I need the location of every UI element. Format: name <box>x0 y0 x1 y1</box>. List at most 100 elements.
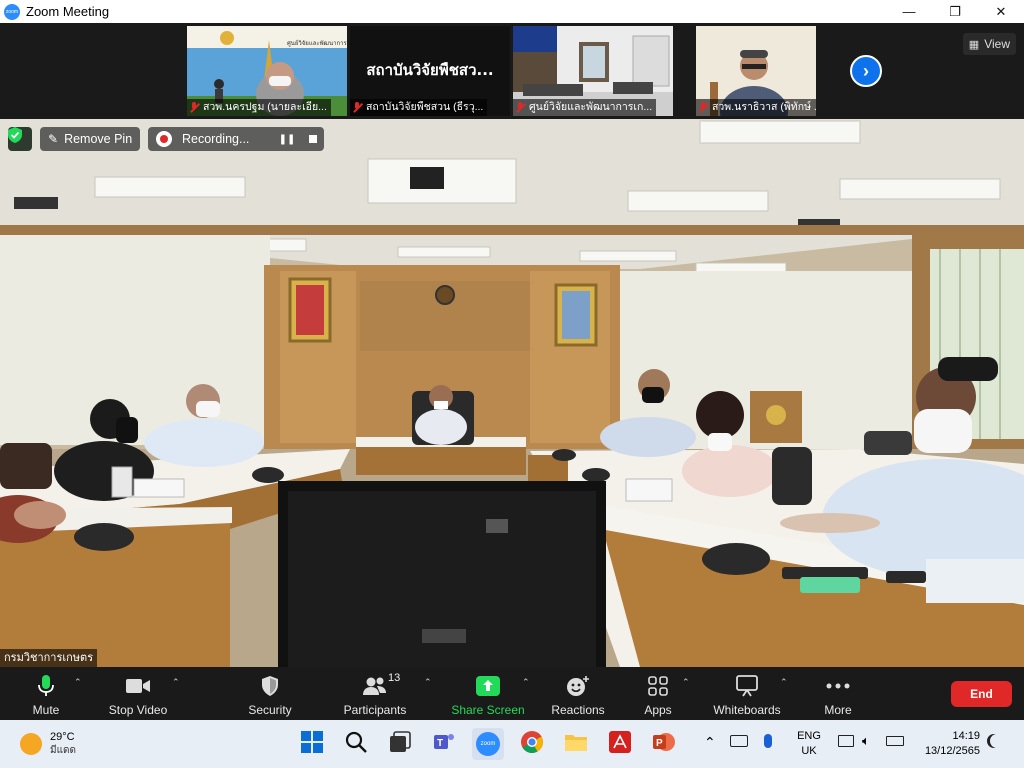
zoom-app[interactable]: zoom <box>472 728 504 760</box>
recording-indicator: Recording... ❚❚ <box>148 127 324 151</box>
recording-label: Recording... <box>182 132 250 146</box>
search-button[interactable] <box>340 728 372 760</box>
stop-video-label: Stop Video <box>108 703 168 717</box>
volume-icon[interactable]: 🔈︎ <box>862 733 870 749</box>
share-arrow-icon <box>476 674 500 698</box>
smiley-icon <box>566 674 590 698</box>
grid-icon: ▦ <box>968 38 980 51</box>
people-icon: 13 <box>362 672 400 698</box>
file-explorer-app[interactable] <box>560 728 592 760</box>
language-code: ENG <box>797 730 821 742</box>
participants-label: Participants <box>343 703 407 717</box>
windows-icon <box>301 730 323 758</box>
apps-label: Apps <box>644 703 672 717</box>
tray-chevron-icon[interactable]: ⌃ <box>704 734 716 751</box>
reactions-button[interactable]: Reactions <box>548 670 608 718</box>
window-title: Zoom Meeting <box>26 4 110 19</box>
more-dots-icon <box>826 674 850 698</box>
close-button[interactable]: ✕ <box>978 0 1024 23</box>
sun-icon <box>20 733 42 755</box>
thumbnail-banner-text: ศูนย์วิจัยและพัฒนาการเกษตรนครปฐม <box>287 39 347 47</box>
mute-label: Mute <box>32 703 60 717</box>
view-button-label: View <box>984 37 1010 51</box>
audio-options-caret[interactable]: ⌃ <box>74 677 84 687</box>
video-options-caret[interactable]: ⌃ <box>172 677 182 687</box>
minimize-button[interactable]: — <box>886 0 932 23</box>
keyboard-layout: UK <box>801 745 817 757</box>
task-view-button[interactable] <box>384 728 416 760</box>
acrobat-app[interactable] <box>604 728 636 760</box>
reactions-label: Reactions <box>551 703 605 717</box>
apps-options-caret[interactable]: ⌃ <box>682 677 692 687</box>
conference-room-scene <box>0 119 1024 667</box>
notification-moon-icon[interactable] <box>990 734 1004 748</box>
mute-button[interactable]: Mute <box>22 670 70 718</box>
teams-app[interactable]: T <box>428 728 460 760</box>
next-page-button[interactable]: › <box>850 55 882 87</box>
network-icon[interactable] <box>838 735 854 747</box>
chrome-icon <box>520 730 544 759</box>
apps-icon <box>648 674 668 698</box>
security-badge[interactable] <box>8 127 32 151</box>
participant-name: สวพ.นราธิวาส (พิทักษ์ ... <box>712 101 816 113</box>
teams-icon: T <box>432 731 456 758</box>
share-options-caret[interactable]: ⌃ <box>522 677 532 687</box>
whiteboards-options-caret[interactable]: ⌃ <box>780 677 790 687</box>
powerpoint-icon: P <box>652 731 676 758</box>
title-bar: zoom Zoom Meeting — ❐ ✕ <box>0 0 1024 23</box>
zoom-icon: zoom <box>476 732 500 756</box>
zoom-logo-icon: zoom <box>4 3 20 20</box>
muted-mic-icon <box>515 102 526 113</box>
whiteboard-icon <box>735 674 759 698</box>
svg-text:T: T <box>437 738 443 749</box>
participants-options-caret[interactable]: ⌃ <box>424 677 434 687</box>
participant-thumbnail[interactable]: ศูนย์วิจัยและพัฒนาการเก... <box>513 26 673 116</box>
video-camera-icon <box>125 674 151 698</box>
participant-thumbnail[interactable]: สถาบันวิจัยพืชสว... สถาบันวิจัยพืชสวน (ธ… <box>350 26 510 116</box>
weather-desc: มีแดด <box>50 745 77 756</box>
tray-mic-icon[interactable] <box>764 734 772 748</box>
participant-name: สถาบันวิจัยพืชสวน (ธีรวุ... <box>366 101 484 113</box>
participant-name: ศูนย์วิจัยและพัฒนาการเก... <box>529 101 653 113</box>
zoom-meeting-window: zoom Zoom Meeting — ❐ ✕ ศูนย์วิจัยและพัฒ… <box>0 0 1024 768</box>
remove-pin-button[interactable]: ✎ Remove Pin <box>40 127 141 151</box>
folder-icon <box>564 732 588 757</box>
clock-time: 14:19 <box>952 730 980 742</box>
view-button[interactable]: ▦ View <box>962 33 1016 55</box>
stop-video-button[interactable]: Stop Video <box>106 670 170 718</box>
start-button[interactable] <box>296 728 328 760</box>
keyboard-icon[interactable] <box>730 735 748 747</box>
participants-button[interactable]: 13 Participants <box>338 670 412 718</box>
main-video: ✎ Remove Pin Recording... ❚❚ กรมวิชาการเ… <box>0 119 1024 667</box>
security-button[interactable]: Security <box>244 670 296 718</box>
recording-icon <box>156 131 172 147</box>
participants-count: 13 <box>388 672 401 684</box>
participant-thumbnail[interactable]: สวพ.นราธิวาส (พิทักษ์ ... <box>696 26 816 116</box>
security-label: Security <box>248 703 292 717</box>
participant-display-name: สถาบันวิจัยพืชสว... <box>366 61 494 79</box>
pdf-icon <box>609 730 631 758</box>
search-icon <box>345 731 367 758</box>
clock[interactable]: 14:19 13/12/2565 <box>912 729 980 759</box>
weather-temp: 29°C <box>50 731 75 743</box>
share-screen-button[interactable]: Share Screen <box>451 670 525 718</box>
more-button[interactable]: More <box>818 670 858 718</box>
weather-widget[interactable]: 29°C มีแดด <box>20 728 76 760</box>
language-indicator[interactable]: ENG UK <box>792 729 826 759</box>
chrome-app[interactable] <box>516 728 548 760</box>
whiteboards-label: Whiteboards <box>713 703 781 717</box>
muted-mic-icon <box>352 102 363 113</box>
stop-recording-button[interactable] <box>302 127 324 151</box>
apps-button[interactable]: Apps <box>636 670 680 718</box>
maximize-button[interactable]: ❐ <box>932 0 978 23</box>
participant-thumbnail[interactable]: ศูนย์วิจัยและพัฒนาการเกษตรนครปฐม สวพ.นคร… <box>187 26 347 116</box>
powerpoint-app[interactable]: P <box>648 728 680 760</box>
svg-text:P: P <box>656 738 663 749</box>
battery-icon[interactable] <box>886 736 904 746</box>
participant-name: สวพ.นครปฐม (นายละเอีย... <box>203 101 327 113</box>
end-meeting-button[interactable]: End <box>951 681 1012 707</box>
pause-recording-button[interactable]: ❚❚ <box>276 127 298 151</box>
whiteboards-button[interactable]: Whiteboards <box>708 670 786 718</box>
clock-date: 13/12/2565 <box>924 745 980 757</box>
more-label: More <box>824 703 852 717</box>
